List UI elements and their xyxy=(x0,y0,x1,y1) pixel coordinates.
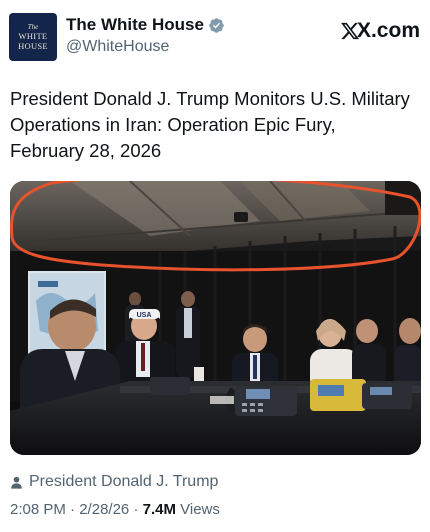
tweet-time[interactable]: 2:08 PM xyxy=(10,501,66,518)
person-icon xyxy=(11,476,22,489)
x-brand[interactable]: X.com xyxy=(340,19,420,43)
handle[interactable]: @WhiteHouse xyxy=(66,36,225,58)
tweet-text: President Donald J. Trump Monitors U.S. … xyxy=(10,88,410,161)
brand-label: X.com xyxy=(356,19,420,42)
tweet-photo[interactable]: USA xyxy=(10,181,421,455)
avatar-text-line1: The xyxy=(27,23,39,31)
meta-separator: · xyxy=(133,501,139,518)
situation-room-photo: USA xyxy=(10,181,421,455)
tweet-date[interactable]: 2/28/26 xyxy=(79,501,129,518)
avatar-text-line2: WHITE xyxy=(18,31,48,41)
avatar-text-line3: HOUSE xyxy=(18,41,48,51)
display-name-row[interactable]: The White House xyxy=(66,14,225,36)
views-label: Views xyxy=(180,501,220,518)
avatar[interactable]: The WHITE HOUSE xyxy=(9,13,57,61)
account-names: The White House @WhiteHouse xyxy=(66,14,225,58)
meta-separator: · xyxy=(70,501,76,518)
verified-badge-icon xyxy=(209,17,224,33)
photo-credit: President Donald J. Trump xyxy=(10,473,218,491)
cap-text: USA xyxy=(137,312,152,319)
display-name[interactable]: The White House xyxy=(66,14,204,36)
tweet-header: The WHITE HOUSE The White House @WhiteHo… xyxy=(9,9,420,65)
views-count: 7.4M xyxy=(142,501,176,518)
tweet-meta: 2:08 PM · 2/28/26 · 7.4M Views xyxy=(10,501,220,518)
photo-credit-text: President Donald J. Trump xyxy=(29,473,219,490)
